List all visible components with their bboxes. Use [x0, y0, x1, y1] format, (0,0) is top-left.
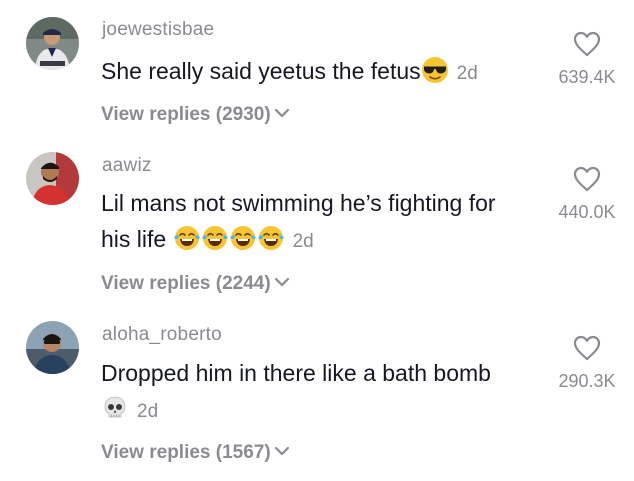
comment-text: 2d: [101, 392, 541, 429]
chevron-down-icon: [273, 107, 291, 119]
sunglasses-emoji-icon: [421, 56, 449, 84]
view-replies-label: View replies (1567): [101, 442, 271, 463]
comment-text: Lil mans not swimming he’s fighting for: [101, 186, 541, 220]
heart-icon[interactable]: [573, 335, 601, 361]
like-count: 639.4K: [558, 67, 616, 87]
comment-age: 2d: [456, 63, 478, 84]
tears-of-joy-emoji-icon: [257, 224, 285, 252]
comment-text: his life 2d: [101, 222, 541, 259]
tears-of-joy-emoji-icon: [229, 224, 257, 252]
comment-age: 2d: [137, 401, 159, 422]
comment-text-content: She really said yeetus the fetus: [101, 58, 421, 84]
comment-text-line-2: his life: [101, 226, 167, 252]
view-replies-button[interactable]: View replies (2930): [101, 104, 291, 126]
comment-text-line-1: Lil mans not swimming he’s fighting for: [101, 190, 496, 216]
tears-of-joy-emoji-icon: [173, 224, 201, 252]
comment-age: 2d: [292, 231, 314, 252]
avatar[interactable]: [26, 152, 79, 205]
like-button[interactable]: 290.3K: [552, 335, 622, 392]
chevron-down-icon: [273, 276, 291, 288]
avatar[interactable]: [26, 321, 79, 374]
view-replies-label: View replies (2244): [101, 273, 271, 294]
like-count: 440.0K: [558, 202, 616, 222]
heart-icon[interactable]: [573, 31, 601, 57]
comment-username[interactable]: aloha_roberto: [102, 324, 222, 346]
chevron-down-icon: [273, 445, 291, 457]
comment-text: She really said yeetus the fetus 2d: [101, 54, 541, 91]
comment-text: Dropped him in there like a bath bomb: [101, 356, 541, 390]
heart-icon[interactable]: [573, 166, 601, 192]
view-replies-button[interactable]: View replies (1567): [101, 442, 291, 464]
view-replies-button[interactable]: View replies (2244): [101, 273, 291, 295]
like-count: 290.3K: [558, 371, 616, 391]
comment-text-content: Dropped him in there like a bath bomb: [101, 360, 491, 386]
comment-username[interactable]: aawiz: [102, 155, 152, 177]
avatar[interactable]: [26, 17, 79, 70]
like-button[interactable]: 639.4K: [552, 31, 622, 88]
tears-of-joy-emoji-icon: [201, 224, 229, 252]
skull-emoji-icon: [101, 394, 129, 422]
comment-username[interactable]: joewestisbae: [102, 19, 214, 41]
like-button[interactable]: 440.0K: [552, 166, 622, 223]
view-replies-label: View replies (2930): [101, 104, 271, 125]
